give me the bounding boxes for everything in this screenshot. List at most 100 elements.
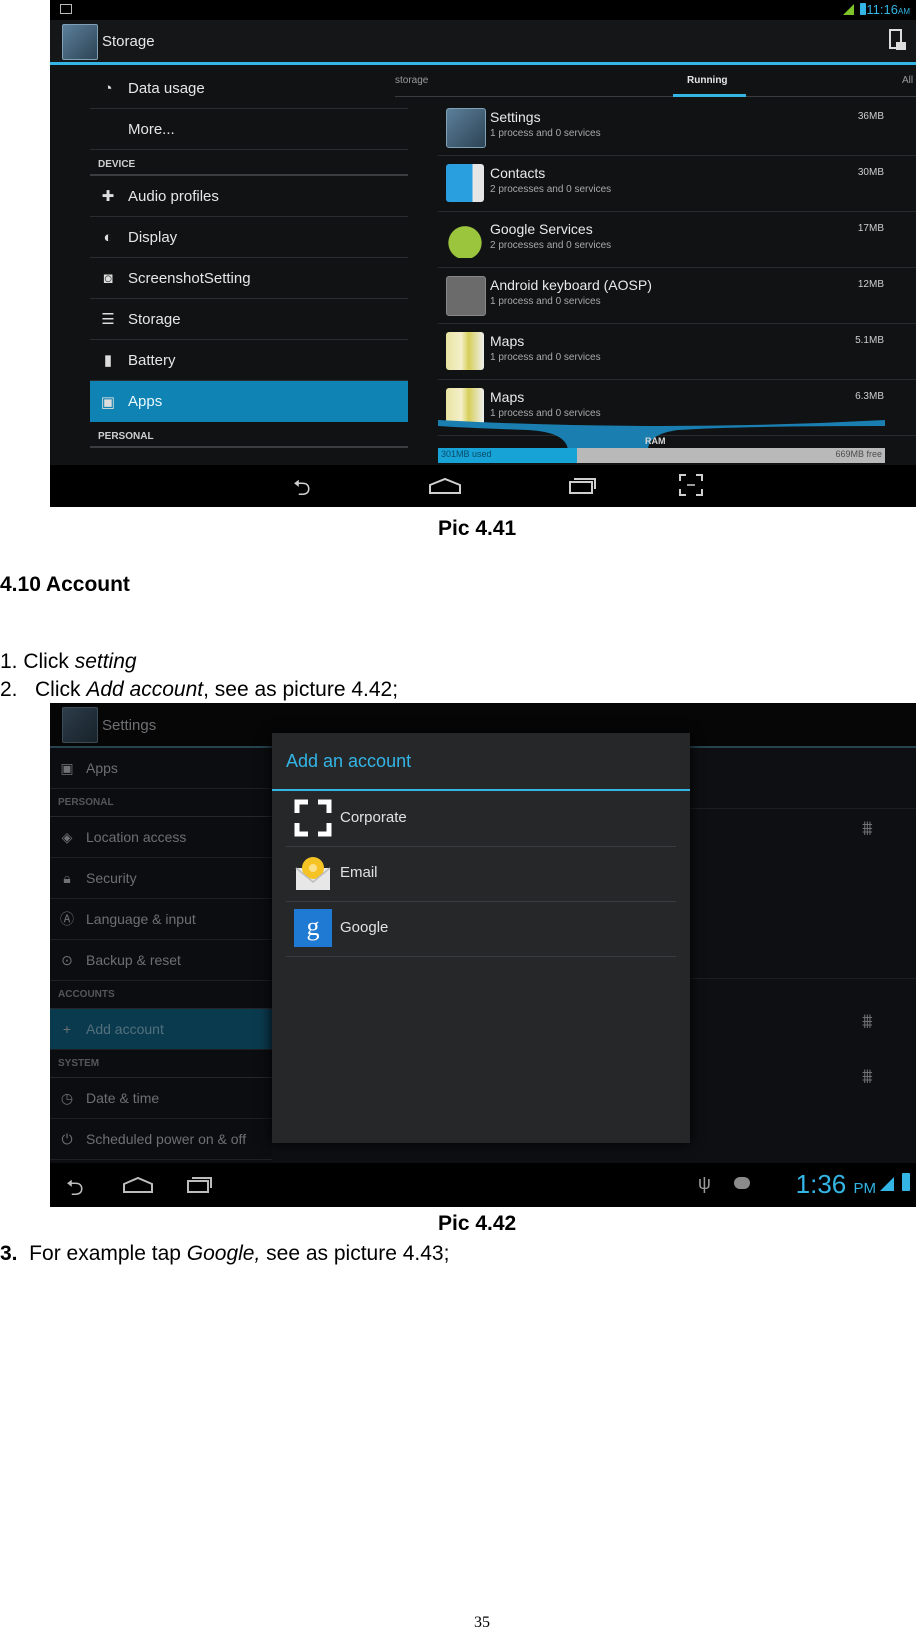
gallery-notification-icon <box>60 4 72 14</box>
process-row[interactable]: Settings 1 process and 0 services 36MB <box>438 100 916 156</box>
process-size: 30MB <box>857 167 884 178</box>
process-row[interactable]: Android keyboard (AOSP) 1 process and 0 s… <box>438 268 916 324</box>
audio-profiles-icon: ✚ <box>101 188 115 205</box>
clock-icon: ◷ <box>60 1089 74 1106</box>
action-bar-title: Storage <box>102 33 155 50</box>
settings-item-screenshotsetting[interactable]: ◙ ScreenshotSetting <box>90 258 408 299</box>
settings-item-label: Storage <box>128 310 181 328</box>
status-time: 1:36 PM <box>796 1169 876 1200</box>
apps-icon: ▣ <box>60 759 74 776</box>
running-process-list: Settings 1 process and 0 services 36MB Cont… <box>438 100 916 436</box>
backup-icon: ⊙ <box>61 951 73 968</box>
settings-item-storage[interactable]: ☰ Storage <box>90 299 408 340</box>
settings-item-label: Backup & reset <box>86 952 181 968</box>
add-account-dialog: Add an account Corporate Email g Google <box>272 733 690 1143</box>
apps-icon: ▣ <box>100 393 116 411</box>
process-row[interactable]: Maps 1 process and 0 services 5.1MB <box>438 324 916 380</box>
dialog-title: Add an account <box>286 751 412 771</box>
signal-icon <box>880 1177 894 1191</box>
settings-item-date-time[interactable]: ◷ Date & time <box>50 1078 272 1119</box>
home-icon[interactable] <box>428 477 462 495</box>
settings-item-label: Apps <box>86 760 118 776</box>
settings-item-backup-reset[interactable]: ⊙ Backup & reset <box>50 940 272 981</box>
settings-item-more[interactable]: More... <box>90 109 408 150</box>
step-3-number: 3. <box>0 1242 18 1265</box>
settings-app-icon[interactable] <box>62 707 98 743</box>
settings-item-label: Scheduled power on & off <box>86 1131 247 1147</box>
process-detail: 2 processes and 0 services <box>490 184 612 195</box>
tab-running[interactable]: Running <box>687 75 728 86</box>
settings-item-display[interactable]: ◐ Display <box>90 217 408 258</box>
step-1-text: 1. Click <box>0 650 75 673</box>
settings-item-apps[interactable]: ▣ Apps <box>90 381 408 422</box>
settings-item-language-input[interactable]: Ⓐ Language & input <box>50 899 272 940</box>
settings-item-apps[interactable]: ▣ Apps <box>50 748 272 789</box>
tab-storage[interactable]: storage <box>395 75 428 86</box>
section-header: PERSONAL <box>50 789 272 817</box>
step-2-suffix: , see as picture 4.42; <box>203 678 399 701</box>
settings-item-label: Display <box>128 228 178 246</box>
caption-pic-4-41: Pic 4.41 <box>438 517 517 540</box>
section-header: ACCOUNTS <box>50 981 272 1009</box>
settings-item-security[interactable]: 🔒︎ Security <box>50 858 272 899</box>
action-bar: Storage <box>50 20 916 65</box>
section-header: PERSONAL <box>90 422 408 448</box>
contacts-app-icon <box>446 164 484 202</box>
sd-card-icon[interactable] <box>889 29 906 50</box>
option-label: Google <box>340 919 389 936</box>
settings-item-label: Security <box>86 870 137 886</box>
settings-item-battery[interactable]: ▮ Battery <box>90 340 408 381</box>
home-icon[interactable] <box>122 1176 154 1194</box>
process-size: 17MB <box>857 223 884 234</box>
step-3-emphasis: Google, <box>186 1242 261 1265</box>
system-bar: ⮌ ψ 1:36 PM <box>50 1163 916 1207</box>
settings-item-audio-profiles[interactable]: ✚ Audio profiles <box>90 176 408 217</box>
settings-item-label: Audio profiles <box>128 187 219 205</box>
time-text: 11:16 <box>866 2 898 17</box>
page-number: 35 <box>474 1614 490 1631</box>
sync-settings-icon[interactable]: ⩩ <box>862 1066 873 1089</box>
process-row[interactable]: Google Services 2 processes and 0 service… <box>438 212 916 268</box>
process-detail: 1 process and 0 services <box>490 128 601 139</box>
settings-item-label: Location access <box>86 829 187 845</box>
tab-all[interactable]: All <box>902 75 913 86</box>
step-3-suffix: see as picture 4.43; <box>260 1242 450 1265</box>
ram-free-text: 669MB free <box>835 449 882 459</box>
recent-apps-icon[interactable] <box>568 475 598 495</box>
recent-apps-icon[interactable] <box>186 1174 214 1194</box>
power-icon: ⏻ <box>61 1130 73 1147</box>
process-size: 6.3MB <box>855 391 884 402</box>
process-name: Settings <box>490 109 541 125</box>
apps-tabs: storage Running All <box>395 68 916 97</box>
option-label: Corporate <box>340 809 407 826</box>
account-option-email[interactable]: Email <box>286 846 676 902</box>
settings-item-add-account[interactable]: + Add account <box>50 1009 272 1050</box>
account-option-corporate[interactable]: Corporate <box>286 791 676 847</box>
battery-icon <box>860 3 866 15</box>
time-text: 1:36 <box>795 1169 847 1199</box>
process-row[interactable]: Contacts 2 processes and 0 services 30MB <box>438 156 916 212</box>
storage-icon: ☰ <box>101 311 115 328</box>
settings-item-label: Add account <box>86 1021 164 1037</box>
sync-settings-icon[interactable]: ⩩ <box>862 818 873 841</box>
account-option-google[interactable]: g Google <box>286 901 676 957</box>
settings-item-scheduled-power-on-off[interactable]: ⏻ Scheduled power on & off <box>50 1119 272 1160</box>
settings-item-label: More... <box>128 120 175 138</box>
settings-item-data-usage[interactable]: ◔ Data usage <box>90 68 408 109</box>
section-title: 4.10 Account <box>0 573 130 596</box>
sync-settings-icon[interactable]: ⩩ <box>862 1011 873 1034</box>
lock-icon: 🔒︎ <box>63 869 71 886</box>
battery-icon: ▮ <box>103 352 113 369</box>
process-name: Maps <box>490 333 525 349</box>
step-2-text: 2. Click <box>0 678 87 701</box>
settings-app-icon[interactable] <box>62 24 98 60</box>
option-label: Email <box>340 864 378 881</box>
settings-item-location-access[interactable]: ◈ Location access <box>50 817 272 858</box>
screenshot-icon[interactable] <box>678 473 704 497</box>
back-icon[interactable]: ⮌ <box>293 471 311 507</box>
corporate-icon <box>294 799 332 837</box>
process-name: Contacts <box>490 165 546 181</box>
ampm-text: AM <box>898 7 910 16</box>
section-header: SYSTEM <box>50 1050 272 1078</box>
back-icon[interactable]: ⮌ <box>66 1171 84 1207</box>
